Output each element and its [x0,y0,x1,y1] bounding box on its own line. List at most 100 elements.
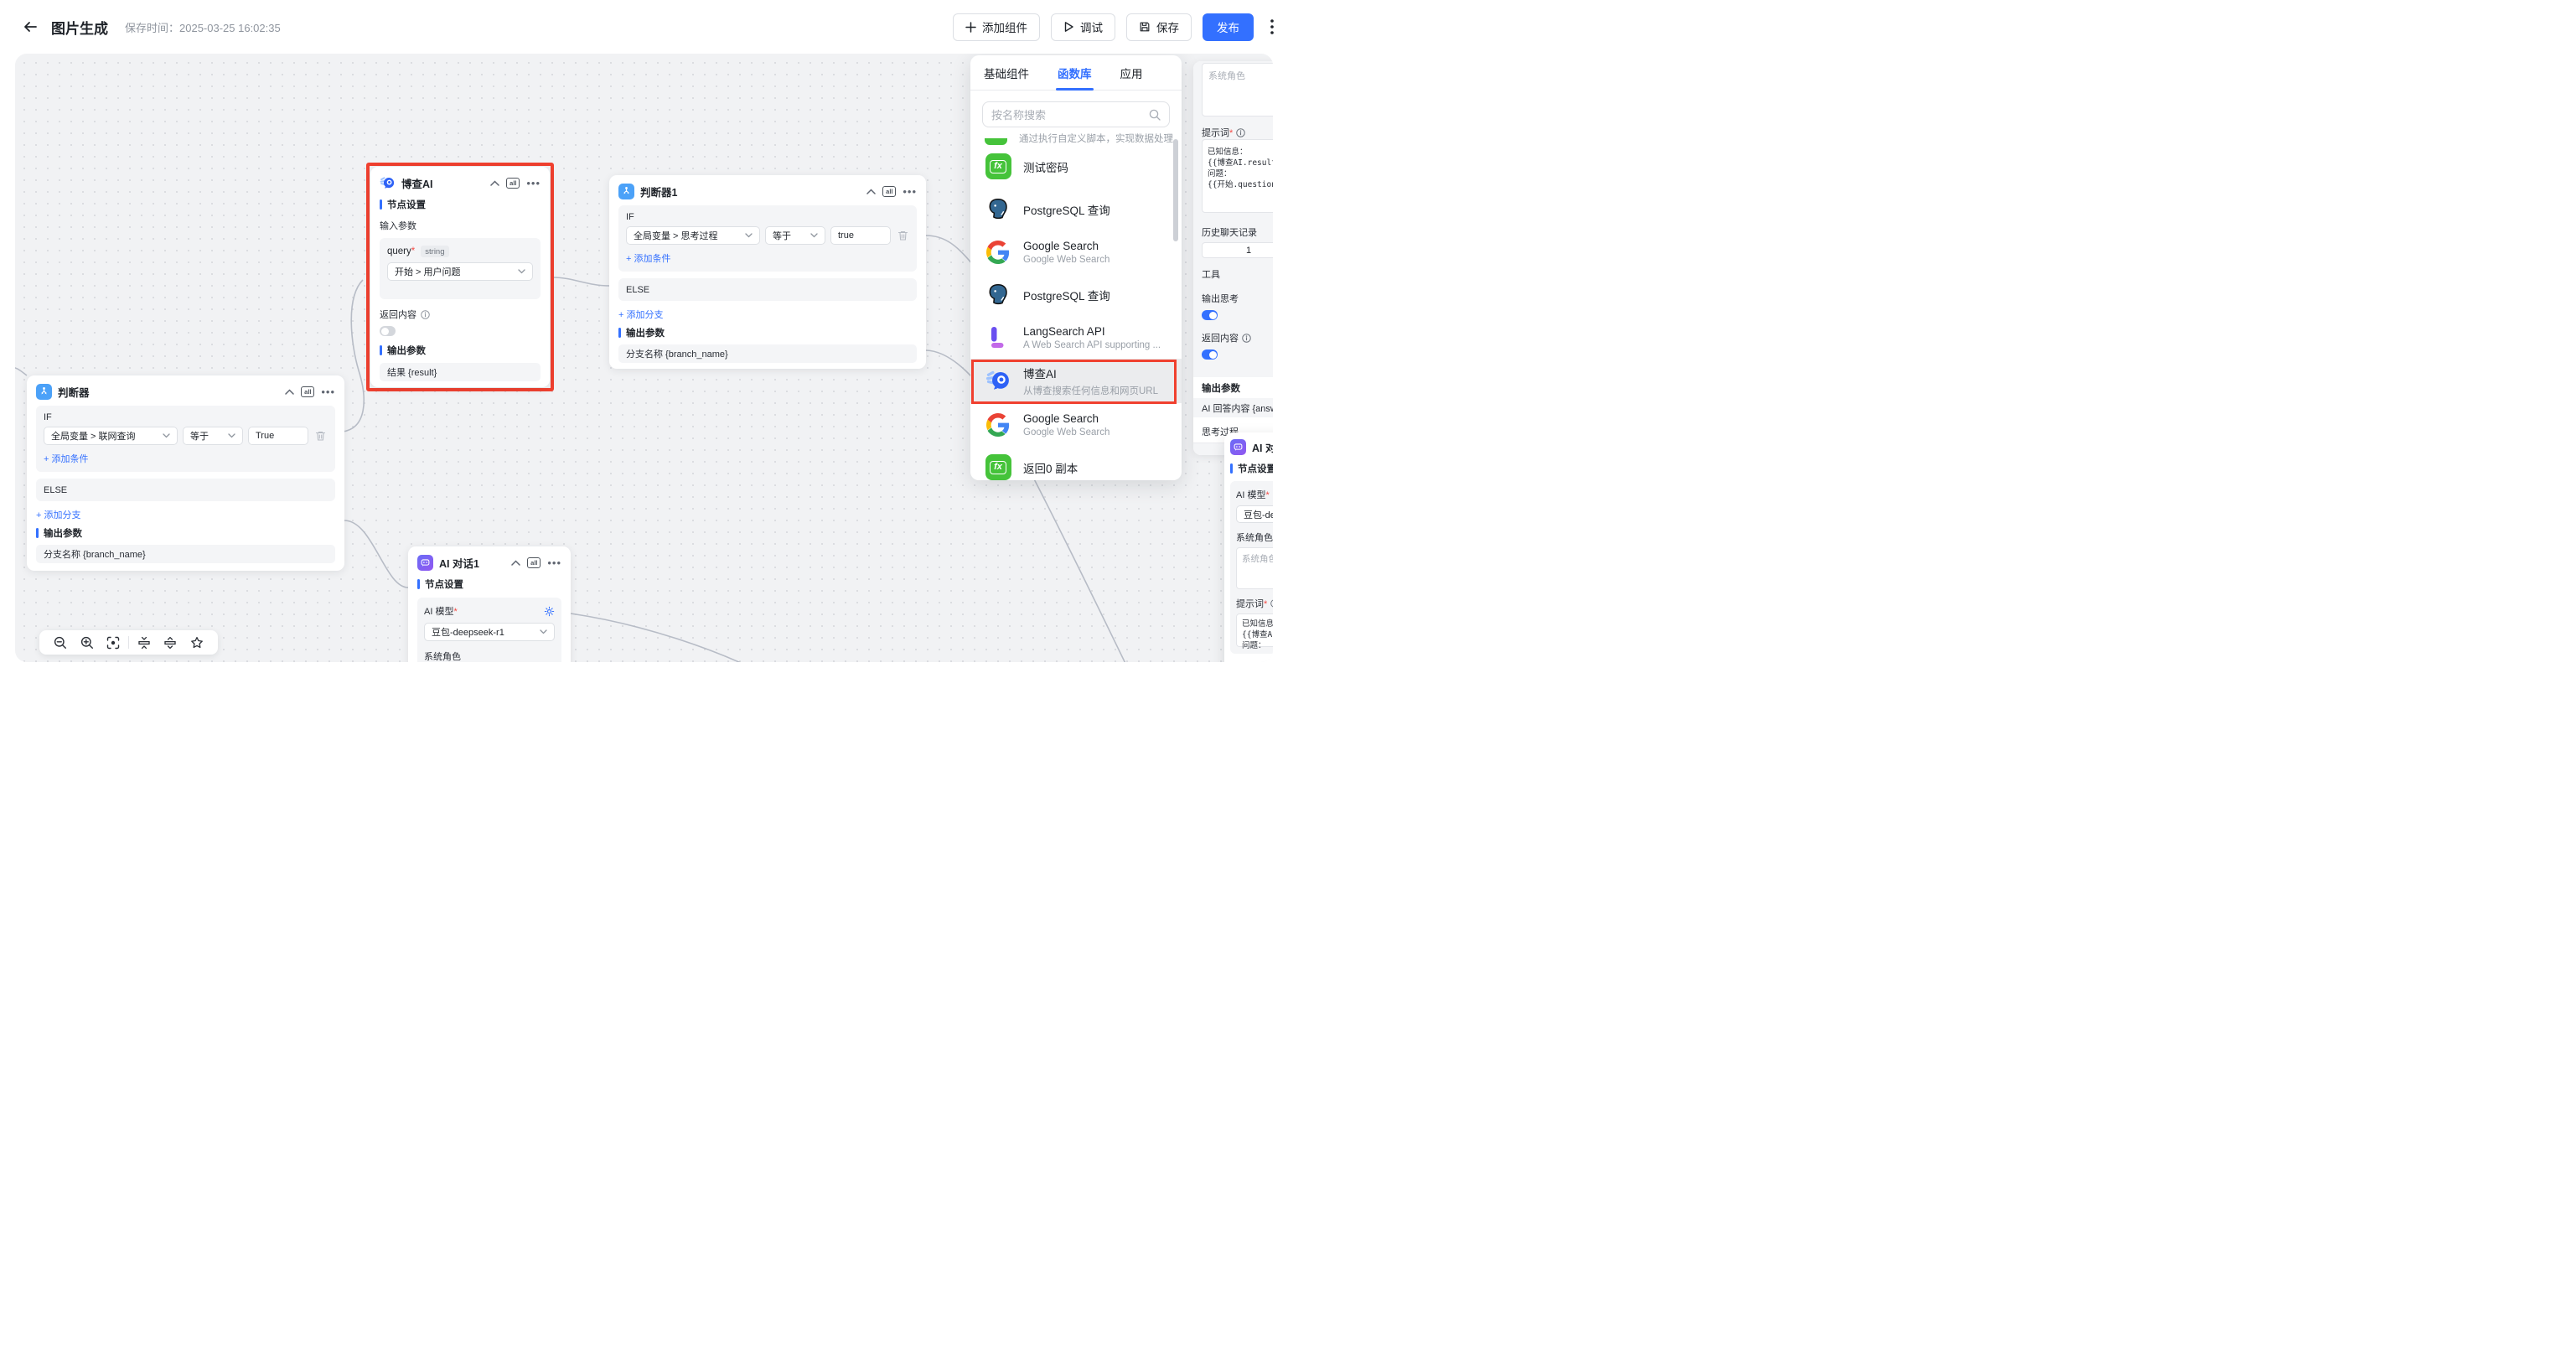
output-params-label: 输出参数 [387,344,426,357]
output-thinking-toggle[interactable] [1202,310,1218,320]
condition-operator-select[interactable]: 等于 [183,427,243,445]
fit-view-icon[interactable] [100,630,127,655]
search-input[interactable]: 按名称搜索 [982,101,1170,127]
history-count-input[interactable]: 1 [1202,242,1273,258]
run-all-badge[interactable]: all [527,557,541,568]
prompt-textarea[interactable]: 已知信息：{{博查AI.result}}问题：{{开始.question}} [1202,139,1273,213]
selection-box-bocha-item [971,360,1177,404]
return-content-label: 返回内容 [1202,331,1239,344]
collapse-icon[interactable] [866,189,876,194]
condition-value-input[interactable]: True [248,427,308,445]
zoom-in-icon[interactable] [74,630,101,655]
run-all-badge[interactable]: all [301,386,314,397]
scrollbar[interactable] [1173,139,1178,241]
collapse-icon[interactable] [285,389,294,395]
ai-model-select[interactable]: 豆包-deepseek-r1 [424,623,555,641]
component-library-panel: 基础组件 函数库 应用 按名称搜索 通过执行自定义脚本，实现数据处理 fx 测试… [970,55,1182,480]
delete-condition-icon[interactable] [315,430,326,442]
postgresql-icon [985,282,1011,308]
chevron-down-icon [163,433,170,438]
condition-variable-select[interactable]: 全局变量 > 思考过程 [626,226,760,245]
edge [344,520,408,588]
info-icon [421,310,430,319]
info-icon [1270,599,1273,608]
save-icon [1139,21,1151,33]
system-role-textarea[interactable]: 系统角色 [1236,547,1273,589]
chevron-down-icon [518,269,525,274]
node-menu-icon[interactable]: ••• [321,389,335,396]
section-node-settings: 节点设置 [1238,462,1273,475]
condition-value-input[interactable]: true [830,226,891,245]
node-bocha-ai[interactable]: 博查AI all ••• 节点设置 输入参数 query* string 开始 … [370,167,550,387]
node-title: AI 对话1 [439,555,505,571]
more-menu-icon[interactable] [1265,13,1280,41]
postgresql-icon [985,197,1011,222]
return-content-toggle[interactable] [380,326,396,336]
output-params-label: 输出参数 [1202,381,1240,395]
node-menu-icon[interactable]: ••• [526,180,541,187]
publish-button[interactable]: 发布 [1203,13,1254,41]
debug-button[interactable]: 调试 [1051,13,1115,41]
canvas-toolbar [39,630,218,655]
ai-chat-icon [1230,439,1246,455]
list-item-google-search[interactable]: Google Search Google Web Search [970,230,1182,273]
list-item-langsearch[interactable]: LangSearch API A Web Search API supporti… [970,316,1182,359]
bocha-logo-icon [380,175,396,191]
node-ai-chat-1[interactable]: AI 对话1 all ••• 节点设置 AI 模型* 豆包-deepseek-r… [408,546,571,662]
google-icon [985,241,1011,264]
flow-canvas[interactable]: 博查AI all ••• 节点设置 输入参数 query* string 开始 … [15,54,1273,662]
run-all-badge[interactable]: all [506,178,520,189]
tab-applications[interactable]: 应用 [1120,55,1143,91]
node-menu-icon[interactable]: ••• [547,560,561,567]
node-ai-chat-mini[interactable]: AI 对话 节点设置 AI 模型* 豆包-dee 系统角色 系统角色 提示词* … [1224,432,1273,662]
save-button[interactable]: 保存 [1126,13,1192,41]
tools-label: 工具 [1202,267,1273,281]
add-condition-link[interactable]: + 添加条件 [44,452,328,465]
zoom-out-icon[interactable] [47,630,74,655]
add-branch-link[interactable]: + 添加分支 [618,308,917,321]
edge [343,280,364,432]
condition-variable-select[interactable]: 全局变量 > 联网查询 [44,427,178,445]
expand-all-icon[interactable] [158,630,184,655]
add-branch-link[interactable]: + 添加分支 [36,508,335,521]
system-role-textarea[interactable]: 系统角色 [1202,63,1273,116]
query-value-select[interactable]: 开始 > 用户问题 [387,262,533,281]
node-title: AI 对话 [1252,439,1273,455]
favorite-star-icon[interactable] [184,630,210,655]
node-judge-1[interactable]: 判断器1 all ••• IF 全局变量 > 思考过程 等于 [609,175,926,369]
tab-function-library[interactable]: 函数库 [1058,55,1092,91]
list-item-return0-copy[interactable]: fx 返回0 副本 [970,446,1182,480]
system-role-label: 系统角色 [424,650,555,662]
add-condition-link[interactable]: + 添加条件 [626,251,909,265]
ai-model-select[interactable]: 豆包-dee [1236,505,1273,523]
list-item-postgresql[interactable]: PostgreSQL 查询 [970,188,1182,230]
return-content-toggle[interactable] [1202,349,1218,360]
param-name: query* [387,246,415,256]
param-type-tag: string [421,246,448,257]
collapse-icon[interactable] [511,560,520,566]
collapse-all-icon[interactable] [131,630,158,655]
list-item-clipped[interactable]: 通过执行自定义脚本，实现数据处理 [970,131,1182,145]
condition-operator-select[interactable]: 等于 [765,226,825,245]
list-item-google-search[interactable]: Google Search Google Web Search [970,403,1182,446]
ai-model-label: AI 模型* [424,604,458,618]
history-label: 历史聊天记录 [1202,225,1273,239]
google-icon [985,413,1011,437]
run-all-badge[interactable]: all [882,186,896,197]
node-menu-icon[interactable]: ••• [903,189,917,195]
node-judge[interactable]: 判断器 all ••• IF 全局变量 > 联网查询 等于 [27,375,344,571]
delete-condition-icon[interactable] [897,230,908,241]
else-label: ELSE [44,485,67,495]
if-label: IF [44,412,328,422]
back-icon[interactable] [23,18,39,35]
branch-icon [618,184,634,199]
add-component-button[interactable]: 添加组件 [953,13,1040,41]
list-item-postgresql[interactable]: PostgreSQL 查询 [970,273,1182,316]
prompt-textarea[interactable]: 已知信息{{博查A问题： [1236,613,1273,647]
list-item-test-password[interactable]: fx 测试密码 [970,145,1182,188]
collapse-icon[interactable] [490,180,499,186]
branch-icon [36,384,52,400]
gear-icon[interactable] [544,606,555,617]
search-icon [1149,109,1161,121]
tab-basic-components[interactable]: 基础组件 [984,55,1029,91]
